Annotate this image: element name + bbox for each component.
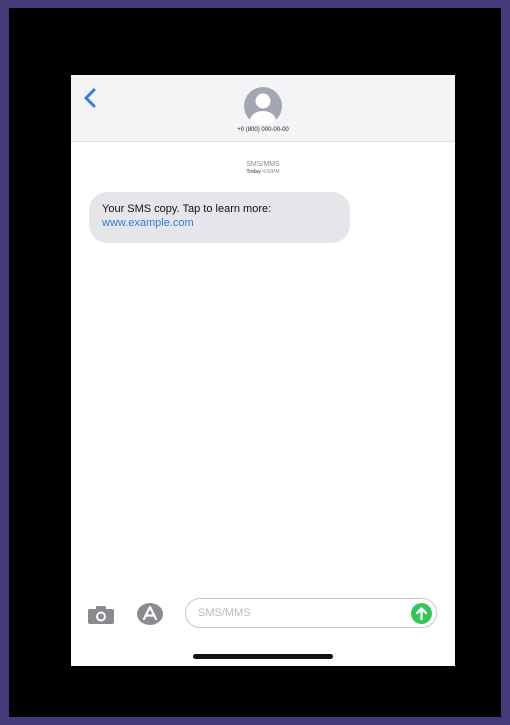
contact-number[interactable]: +0 (800) 000-00-00 xyxy=(71,127,455,133)
conversation-header: +0 (800) 000-00-00 xyxy=(71,75,455,142)
message-link[interactable]: www.example.com xyxy=(102,216,337,230)
home-indicator[interactable] xyxy=(193,654,333,659)
phone-frame: +0 (800) 000-00-00 SMS/MMS Today 4:00PM … xyxy=(9,8,501,717)
app-store-icon[interactable] xyxy=(136,602,164,631)
timestamp-time: 4:00PM xyxy=(262,169,280,175)
messages-screen: +0 (800) 000-00-00 SMS/MMS Today 4:00PM … xyxy=(71,75,455,666)
timestamp-day: Today xyxy=(246,169,261,175)
person-avatar-icon[interactable] xyxy=(243,86,283,126)
timestamp: Today 4:00PM xyxy=(71,169,455,175)
chevron-left-icon[interactable] xyxy=(81,87,101,109)
message-text: Your SMS copy. Tap to learn more: xyxy=(102,203,272,215)
camera-icon[interactable] xyxy=(87,605,115,630)
message-input[interactable]: SMS/MMS xyxy=(185,598,437,628)
send-arrow-icon[interactable] xyxy=(411,603,432,624)
incoming-message-bubble[interactable]: Your SMS copy. Tap to learn more: www.ex… xyxy=(89,192,350,243)
service-label: SMS/MMS xyxy=(246,161,280,168)
thread-meta: SMS/MMS Today 4:00PM xyxy=(71,161,455,175)
message-input-placeholder: SMS/MMS xyxy=(198,607,251,619)
